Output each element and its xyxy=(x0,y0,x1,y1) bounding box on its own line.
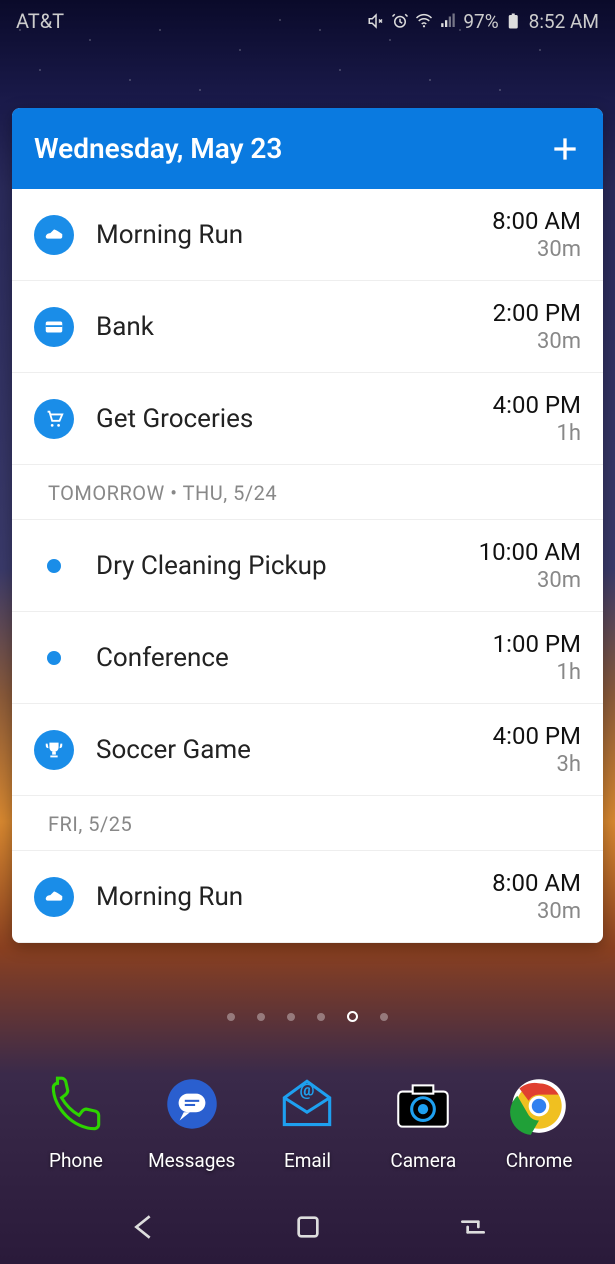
dock-item-camera[interactable]: Camera xyxy=(373,1073,473,1172)
wifi-icon xyxy=(415,12,433,30)
navigation-bar xyxy=(0,1190,615,1264)
page-dot[interactable] xyxy=(317,1013,325,1021)
event-time-wrap: 4:00 PM3h xyxy=(493,722,581,777)
event-time-wrap: 8:00 AM30m xyxy=(492,207,581,262)
dock-label: Chrome xyxy=(506,1149,573,1172)
event-title: Morning Run xyxy=(96,882,492,912)
signal-icon xyxy=(439,12,457,30)
event-duration: 3h xyxy=(493,752,581,777)
event-duration: 1h xyxy=(493,421,581,446)
section-header: TOMORROW • THU, 5/24 xyxy=(12,465,603,520)
clock-label: 8:52 AM xyxy=(529,10,599,33)
svg-text:@: @ xyxy=(300,1082,315,1101)
page-dot[interactable] xyxy=(347,1011,358,1022)
event-time: 2:00 PM xyxy=(493,299,581,327)
card-icon xyxy=(34,307,74,347)
event-row[interactable]: Bank2:00 PM30m xyxy=(12,281,603,373)
event-row[interactable]: Dry Cleaning Pickup10:00 AM30m xyxy=(12,520,603,612)
phone-icon xyxy=(43,1073,109,1139)
event-duration: 30m xyxy=(492,899,581,924)
widget-header[interactable]: Wednesday, May 23 xyxy=(12,108,603,189)
event-dot-icon xyxy=(47,651,61,665)
carrier-label: AT&T xyxy=(16,9,64,33)
event-time: 8:00 AM xyxy=(492,869,581,897)
shoe-icon xyxy=(34,877,74,917)
calendar-widget[interactable]: Wednesday, May 23 Morning Run8:00 AM30mB… xyxy=(12,108,603,943)
event-time-wrap: 2:00 PM30m xyxy=(493,299,581,354)
event-row[interactable]: Morning Run8:00 AM30m xyxy=(12,189,603,281)
event-duration: 30m xyxy=(493,329,581,354)
trophy-icon xyxy=(34,730,74,770)
dock-label: Messages xyxy=(148,1149,235,1172)
page-indicator[interactable] xyxy=(0,1013,615,1022)
event-title: Dry Cleaning Pickup xyxy=(96,551,479,581)
cart-icon xyxy=(34,399,74,439)
event-title: Conference xyxy=(96,643,493,673)
dock-label: Phone xyxy=(49,1149,103,1172)
event-row[interactable]: Soccer Game4:00 PM3h xyxy=(12,704,603,796)
dock: Phone Messages @ Email Camera Chrome xyxy=(0,1073,615,1172)
event-title: Soccer Game xyxy=(96,735,493,765)
page-dot[interactable] xyxy=(380,1013,388,1021)
back-button[interactable] xyxy=(127,1211,159,1243)
email-icon: @ xyxy=(274,1073,340,1139)
shoe-icon xyxy=(34,215,74,255)
event-duration: 30m xyxy=(479,568,581,593)
event-time-wrap: 8:00 AM30m xyxy=(492,869,581,924)
alarm-icon xyxy=(391,12,409,30)
dock-label: Email xyxy=(284,1149,331,1172)
page-dot[interactable] xyxy=(257,1013,265,1021)
event-duration: 1h xyxy=(493,660,581,685)
event-time: 8:00 AM xyxy=(492,207,581,235)
battery-label: 97% xyxy=(463,10,498,33)
status-bar: AT&T 97% 8:52 AM xyxy=(0,0,615,42)
chrome-icon xyxy=(506,1073,572,1139)
add-event-icon[interactable] xyxy=(549,133,581,165)
event-row[interactable]: Morning Run8:00 AM30m xyxy=(12,851,603,943)
status-right: 97% 8:52 AM xyxy=(367,10,599,33)
home-button[interactable] xyxy=(292,1211,324,1243)
dock-item-messages[interactable]: Messages xyxy=(142,1073,242,1172)
mute-icon xyxy=(367,12,385,30)
dock-label: Camera xyxy=(390,1149,456,1172)
event-time: 4:00 PM xyxy=(493,722,581,750)
dock-item-email[interactable]: @ Email xyxy=(257,1073,357,1172)
event-row[interactable]: Get Groceries4:00 PM1h xyxy=(12,373,603,465)
dock-item-phone[interactable]: Phone xyxy=(26,1073,126,1172)
event-time: 10:00 AM xyxy=(479,538,581,566)
event-title: Get Groceries xyxy=(96,404,493,434)
messages-icon xyxy=(159,1073,225,1139)
event-title: Bank xyxy=(96,312,493,342)
section-header: FRI, 5/25 xyxy=(12,796,603,851)
battery-icon xyxy=(505,12,523,30)
camera-icon xyxy=(390,1073,456,1139)
page-dot[interactable] xyxy=(227,1013,235,1021)
event-time: 1:00 PM xyxy=(493,630,581,658)
widget-date: Wednesday, May 23 xyxy=(34,132,282,165)
event-time-wrap: 4:00 PM1h xyxy=(493,391,581,446)
page-dot[interactable] xyxy=(287,1013,295,1021)
event-row[interactable]: Conference1:00 PM1h xyxy=(12,612,603,704)
dock-item-chrome[interactable]: Chrome xyxy=(489,1073,589,1172)
event-dot-icon xyxy=(47,559,61,573)
recents-button[interactable] xyxy=(457,1211,489,1243)
event-title: Morning Run xyxy=(96,220,492,250)
event-time-wrap: 1:00 PM1h xyxy=(493,630,581,685)
event-duration: 30m xyxy=(492,237,581,262)
event-time-wrap: 10:00 AM30m xyxy=(479,538,581,593)
event-time: 4:00 PM xyxy=(493,391,581,419)
